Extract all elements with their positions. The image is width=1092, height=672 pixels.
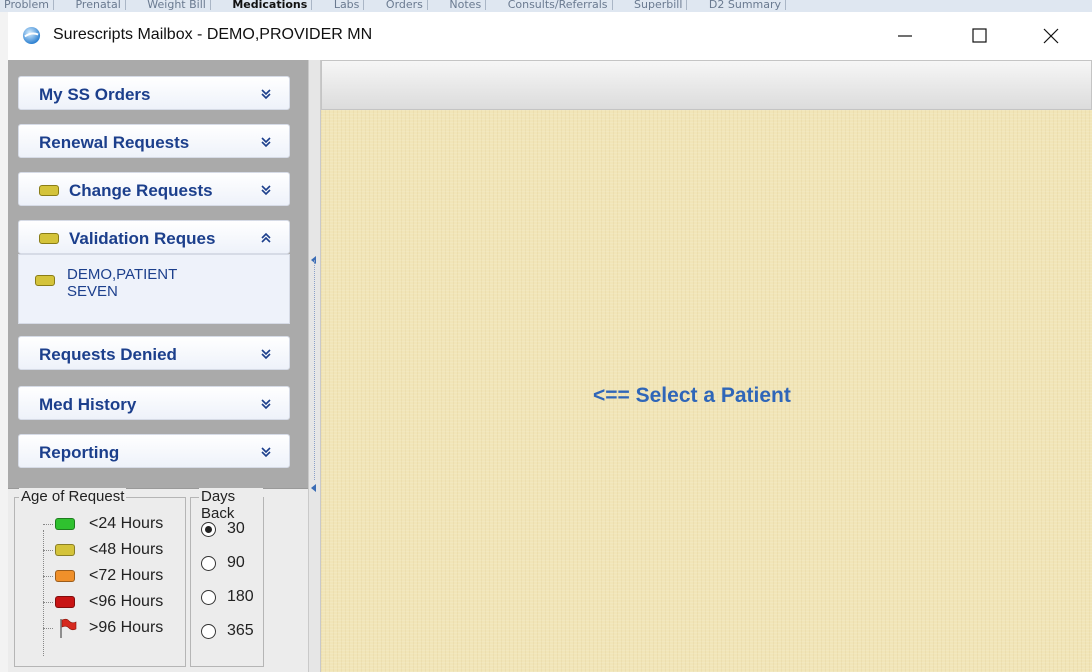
age-row-48: <48 Hours — [15, 538, 185, 564]
sidebar-item-med-history[interactable]: Med History — [18, 386, 290, 420]
radio-label: 180 — [227, 588, 254, 605]
window-body: My SS Orders Renewal Requests Change Req… — [8, 60, 1092, 672]
days-back-option-30[interactable]: 30 — [201, 516, 265, 544]
orange-status-icon — [55, 570, 75, 582]
radio-label: 90 — [227, 554, 245, 571]
days-back-option-90[interactable]: 90 — [201, 550, 265, 578]
double-chevron-down-icon — [261, 185, 271, 196]
red-status-icon — [55, 596, 75, 608]
yellow-status-icon — [39, 233, 59, 244]
minimize-icon — [898, 35, 912, 37]
sidebar-item-change-requests[interactable]: Change Requests — [18, 172, 290, 206]
radio-label: 365 — [227, 622, 254, 639]
sidebar-item-requests-denied[interactable]: Requests Denied — [18, 336, 290, 370]
sidebar-item-label: Requests Denied — [39, 345, 177, 364]
list-item-patient[interactable]: DEMO,PATIENT SEVEN — [19, 255, 289, 323]
yellow-status-icon — [39, 185, 59, 196]
tree-branch — [43, 550, 53, 551]
sidebar-item-label: Renewal Requests — [39, 133, 190, 152]
age-label: <96 Hours — [89, 593, 164, 610]
patient-name: DEMO,PATIENT SEVEN — [67, 266, 247, 300]
yellow-status-icon — [55, 544, 75, 556]
age-of-request-title: Age of Request — [19, 488, 127, 505]
tree-branch — [43, 628, 53, 629]
sidebar-item-validation-requests[interactable]: Validation Reques — [18, 220, 290, 254]
app-icon — [22, 26, 41, 45]
close-icon — [1043, 28, 1059, 44]
sidebar-item-label: Med History — [39, 395, 137, 414]
title-bar: Surescripts Mailbox - DEMO,PROVIDER MN — [8, 12, 1092, 60]
age-row-over-96: >96 Hours — [15, 616, 185, 642]
sidebar-nav: My SS Orders Renewal Requests Change Req… — [8, 60, 308, 488]
double-chevron-down-icon — [261, 349, 271, 360]
select-patient-message: <== Select a Patient — [593, 384, 791, 407]
patient-name-line2: SEVEN — [67, 283, 118, 300]
age-row-72: <72 Hours — [15, 564, 185, 590]
collapse-arrow-icon[interactable] — [311, 484, 316, 492]
panel-splitter[interactable] — [308, 60, 321, 672]
age-label: <48 Hours — [89, 541, 164, 558]
legend-panel: Age of Request <24 Hours <48 Hours <72 H… — [8, 488, 308, 672]
bg-tab-active: Medications — [228, 0, 313, 10]
bg-tab: Notes — [445, 0, 487, 10]
double-chevron-down-icon — [261, 89, 271, 100]
bg-tab: Superbill — [630, 0, 688, 10]
main-content: <== Select a Patient — [321, 60, 1092, 672]
radio-button[interactable] — [201, 556, 216, 571]
red-flag-icon — [60, 618, 77, 638]
double-chevron-down-icon — [261, 447, 271, 458]
radio-label: 30 — [227, 520, 245, 537]
sidebar-item-label: My SS Orders — [39, 85, 151, 104]
tree-branch — [43, 602, 53, 603]
double-chevron-down-icon — [261, 137, 271, 148]
validation-requests-list: DEMO,PATIENT SEVEN — [18, 254, 290, 324]
radio-button[interactable] — [201, 590, 216, 605]
sidebar-item-label: Reporting — [39, 443, 120, 462]
radio-button[interactable] — [201, 624, 216, 639]
tree-branch — [43, 524, 53, 525]
age-label: <24 Hours — [89, 515, 164, 532]
double-chevron-up-icon — [261, 232, 271, 243]
sidebar-item-my-ss-orders[interactable]: My SS Orders — [18, 76, 290, 110]
bg-tab: Problem — [0, 0, 54, 10]
radio-button-checked[interactable] — [201, 522, 216, 537]
content-header-bar — [321, 60, 1092, 110]
bg-tab: Consults/Referrals — [504, 0, 613, 10]
sidebar-item-renewal-requests[interactable]: Renewal Requests — [18, 124, 290, 158]
bg-tab: Orders — [382, 0, 428, 10]
age-of-request-group: Age of Request <24 Hours <48 Hours <72 H… — [14, 488, 186, 667]
maximize-button[interactable] — [948, 12, 1010, 60]
tree-branch — [43, 576, 53, 577]
bg-tab: Labs — [330, 0, 365, 10]
double-chevron-down-icon — [261, 399, 271, 410]
age-label: >96 Hours — [89, 619, 164, 636]
bg-tab: D2 Summary — [705, 0, 787, 10]
days-back-option-365[interactable]: 365 — [201, 618, 265, 646]
maximize-icon — [972, 28, 987, 43]
age-row-24: <24 Hours — [15, 512, 185, 538]
window-title: Surescripts Mailbox - DEMO,PROVIDER MN — [53, 26, 373, 43]
surescripts-mailbox-window: Surescripts Mailbox - DEMO,PROVIDER MN M… — [8, 12, 1092, 672]
sidebar-item-label: Change Requests — [69, 181, 213, 200]
minimize-button[interactable] — [874, 12, 936, 60]
age-row-96: <96 Hours — [15, 590, 185, 616]
close-button[interactable] — [1020, 12, 1082, 60]
yellow-status-icon — [35, 275, 55, 286]
sidebar-item-reporting[interactable]: Reporting — [18, 434, 290, 468]
sidebar-item-label: Validation Reques — [69, 229, 216, 248]
bg-tab: Weight Bill — [143, 0, 211, 10]
green-status-icon — [55, 518, 75, 530]
days-back-option-180[interactable]: 180 — [201, 584, 265, 612]
days-back-group: Days Back 30 90 180 365 — [190, 488, 265, 667]
patient-name-line1: DEMO,PATIENT — [67, 266, 178, 283]
patient-detail-area: <== Select a Patient — [321, 110, 1092, 672]
age-label: <72 Hours — [89, 567, 164, 584]
splitter-grip — [314, 260, 317, 480]
bg-tab: Prenatal — [71, 0, 126, 10]
